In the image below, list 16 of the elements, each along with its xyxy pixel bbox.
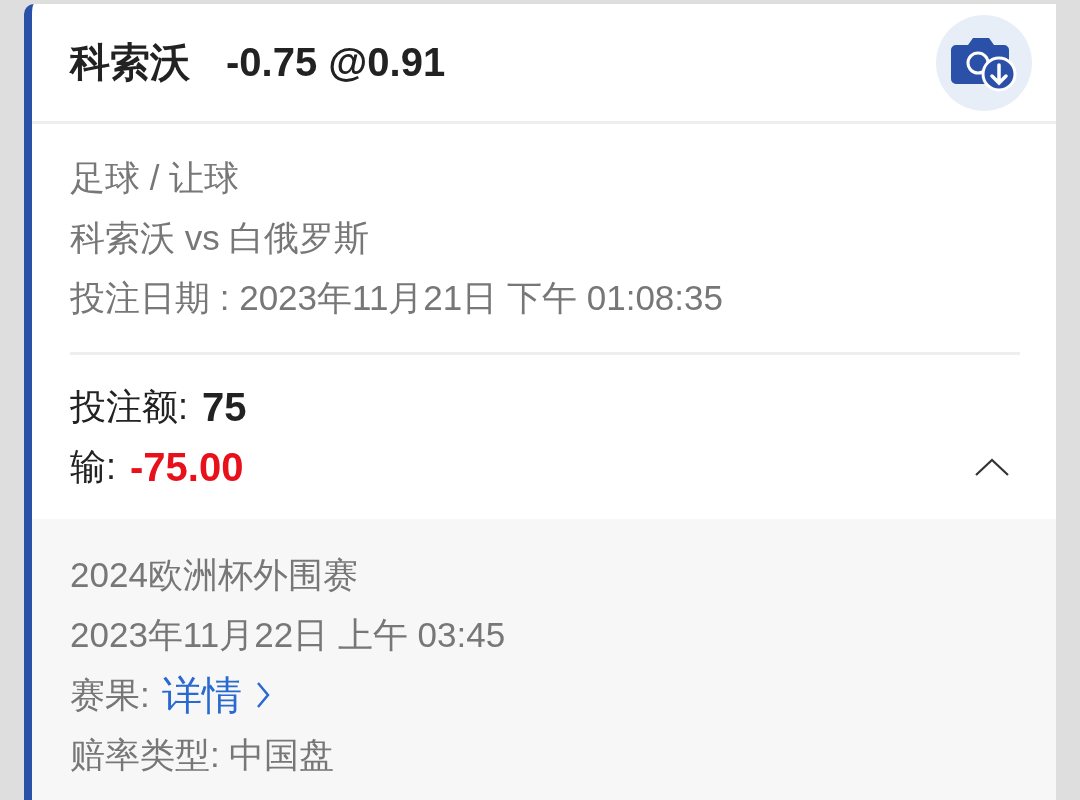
match-time-text: 2023年11月22日 上午 03:45 [70,614,507,656]
selection-title: 科索沃 [70,39,190,86]
bet-info-text: 科索沃 vs 白俄罗斯 [70,217,371,259]
score-label: 赛果: [70,674,150,716]
stake-value: 75 [202,384,247,431]
result-value: -75.00 [130,444,244,491]
bet-info-text: 投注日期 : 2023年11月21日 下午 01:08:35 [70,277,724,319]
odds-title: -0.75 @0.91 [226,40,446,85]
details-link[interactable]: 详情 [161,665,270,725]
caret-icon [974,457,1010,477]
chevron-right-icon [255,681,270,709]
competition-text: 2024欧洲杯外围赛 [70,554,359,596]
result-label: 输: [70,445,116,489]
odds-type-text: 赔率类型: 中国盘 [70,734,336,776]
bet-info-text: 足球 / 让球 [70,157,241,199]
stake-label: 投注额: [70,385,188,429]
